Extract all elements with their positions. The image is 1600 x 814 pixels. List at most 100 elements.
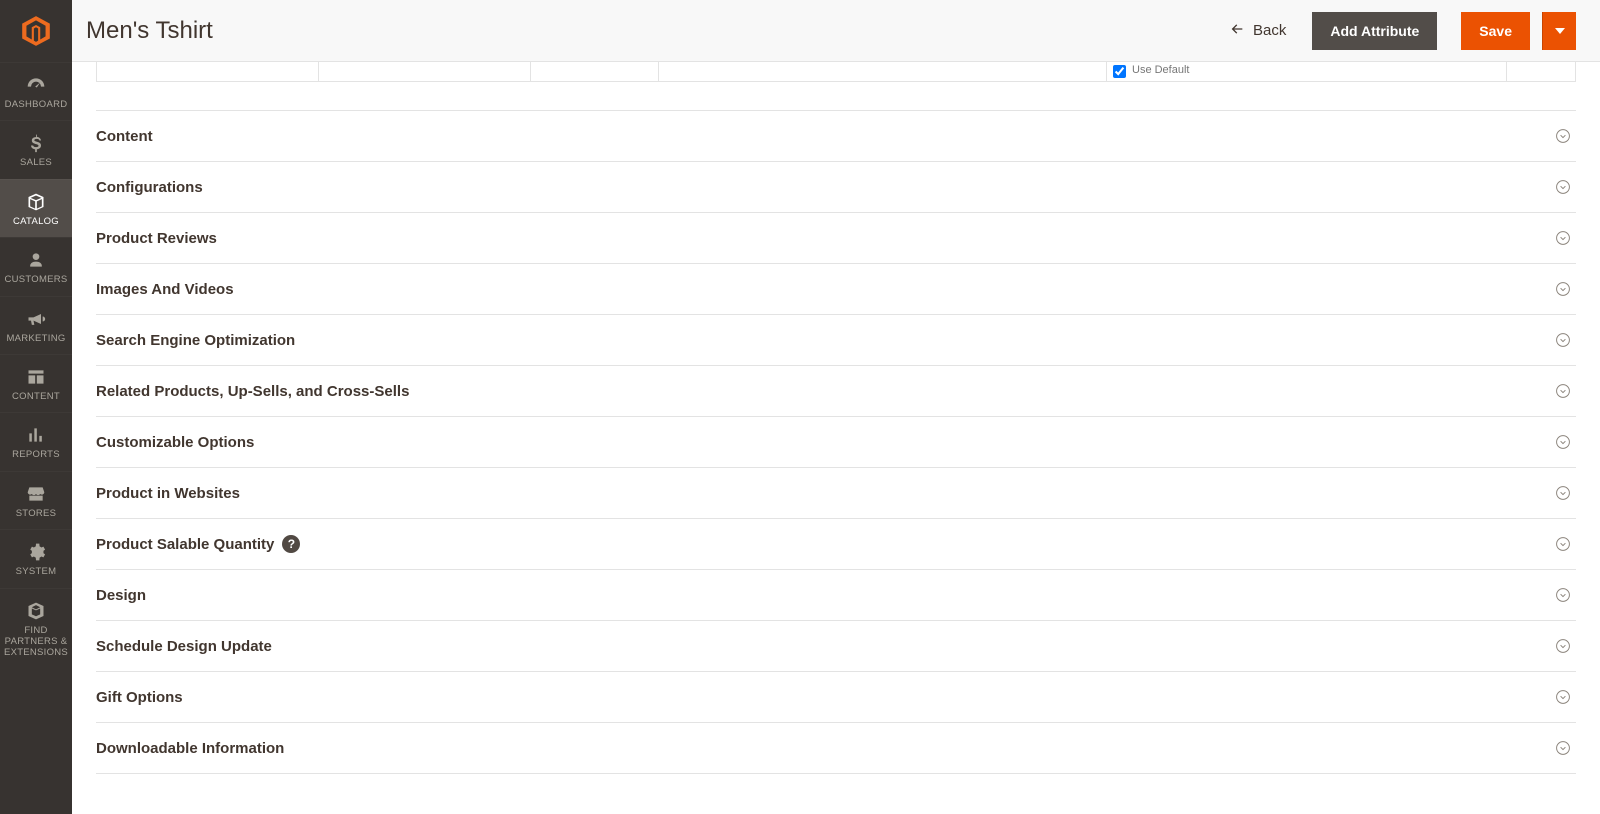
sidebar-item-stores[interactable]: STORES <box>0 471 72 529</box>
caret-down-icon <box>1555 23 1565 39</box>
accordion-label: Schedule Design Update <box>96 638 272 655</box>
accordion-title: Content <box>96 128 153 145</box>
accordion-label: Design <box>96 587 146 604</box>
save-button-group: Save <box>1449 12 1576 50</box>
sidebar-item-label: FIND PARTNERS & EXTENSIONS <box>2 625 70 659</box>
accordion-list: Content Configurations Product Reviews Imag… <box>96 110 1576 774</box>
accordion-section[interactable]: Configurations <box>96 162 1576 213</box>
accordion-label: Customizable Options <box>96 434 254 451</box>
chevron-down-icon <box>1554 280 1572 298</box>
sidebar-item-dashboard[interactable]: DASHBOARD <box>0 62 72 120</box>
accordion-title: Images And Videos <box>96 281 234 298</box>
accordion-section[interactable]: Schedule Design Update <box>96 621 1576 672</box>
accordion-section[interactable]: Related Products, Up-Sells, and Cross-Se… <box>96 366 1576 417</box>
chevron-down-icon <box>1554 484 1572 502</box>
accordion-label: Content <box>96 128 153 145</box>
sidebar-item-system[interactable]: SYSTEM <box>0 529 72 587</box>
use-default-checkbox[interactable] <box>1113 65 1126 78</box>
use-default-label: Use Default <box>1132 64 1189 76</box>
sidebar-item-label: SYSTEM <box>2 566 70 577</box>
accordion-section[interactable]: Gift Options <box>96 672 1576 723</box>
chevron-down-icon <box>1554 178 1572 196</box>
back-button[interactable]: Back <box>1215 15 1300 47</box>
accordion-section[interactable]: Customizable Options <box>96 417 1576 468</box>
accordion-title: Product in Websites <box>96 485 240 502</box>
arrow-left-icon <box>1229 21 1245 41</box>
sidebar-item-label: CUSTOMERS <box>2 274 70 285</box>
accordion-label: Product Salable Quantity <box>96 536 274 553</box>
accordion-title: Configurations <box>96 179 203 196</box>
gauge-icon <box>2 75 70 95</box>
sidebar-item-label: DASHBOARD <box>2 99 70 110</box>
chevron-down-icon <box>1554 433 1572 451</box>
dollar-icon <box>2 133 70 153</box>
use-default-cell: Use Default <box>1107 62 1507 81</box>
add-attribute-button[interactable]: Add Attribute <box>1312 12 1437 50</box>
sidebar-item-marketing[interactable]: MARKETING <box>0 296 72 354</box>
sidebar-item-label: CATALOG <box>2 216 70 227</box>
chevron-down-icon <box>1554 382 1572 400</box>
layout-icon <box>2 367 70 387</box>
sidebar-item-reports[interactable]: REPORTS <box>0 412 72 470</box>
grid-row-fragment: Use Default <box>96 62 1576 82</box>
accordion-label: Product Reviews <box>96 230 217 247</box>
gear-icon <box>2 542 70 562</box>
accordion-section[interactable]: Downloadable Information <box>96 723 1576 774</box>
accordion-title: Related Products, Up-Sells, and Cross-Se… <box>96 383 409 400</box>
sidebar-item-catalog[interactable]: CATALOG <box>0 179 72 237</box>
accordion-title: Gift Options <box>96 689 183 706</box>
accordion-label: Search Engine Optimization <box>96 332 295 349</box>
chevron-down-icon <box>1554 739 1572 757</box>
chevron-down-icon <box>1554 229 1572 247</box>
content-area: Use Default Content Configurations Product… <box>72 62 1600 814</box>
box-icon <box>2 192 70 212</box>
sidebar-item-customers[interactable]: CUSTOMERS <box>0 237 72 295</box>
save-button[interactable]: Save <box>1461 12 1530 50</box>
accordion-title: Design <box>96 587 146 604</box>
sidebar-item-label: MARKETING <box>2 333 70 344</box>
accordion-section[interactable]: Product Salable Quantity? <box>96 519 1576 570</box>
accordion-section[interactable]: Product in Websites <box>96 468 1576 519</box>
chart-icon <box>2 425 70 445</box>
sidebar-item-content[interactable]: CONTENT <box>0 354 72 412</box>
accordion-section[interactable]: Content <box>96 110 1576 162</box>
chevron-down-icon <box>1554 535 1572 553</box>
accordion-title: Downloadable Information <box>96 740 284 757</box>
sidebar-item-label: CONTENT <box>2 391 70 402</box>
puzzle-icon <box>2 601 70 621</box>
chevron-down-icon <box>1554 586 1572 604</box>
accordion-label: Downloadable Information <box>96 740 284 757</box>
sidebar-item-sales[interactable]: SALES <box>0 120 72 178</box>
help-icon[interactable]: ? <box>282 535 300 553</box>
sidebar-item-partners[interactable]: FIND PARTNERS & EXTENSIONS <box>0 588 72 669</box>
accordion-title: Product Reviews <box>96 230 217 247</box>
sidebar-item-label: SALES <box>2 157 70 168</box>
accordion-section[interactable]: Search Engine Optimization <box>96 315 1576 366</box>
chevron-down-icon <box>1554 127 1572 145</box>
accordion-section[interactable]: Images And Videos <box>96 264 1576 315</box>
sidebar-item-label: STORES <box>2 508 70 519</box>
sidebar-item-label: REPORTS <box>2 449 70 460</box>
accordion-title: Product Salable Quantity? <box>96 535 300 553</box>
accordion-label: Product in Websites <box>96 485 240 502</box>
main-content: Men's Tshirt Back Add Attribute Save Use… <box>72 0 1600 814</box>
accordion-title: Search Engine Optimization <box>96 332 295 349</box>
back-button-label: Back <box>1253 22 1286 39</box>
chevron-down-icon <box>1554 637 1572 655</box>
accordion-title: Schedule Design Update <box>96 638 272 655</box>
accordion-label: Gift Options <box>96 689 183 706</box>
accordion-section[interactable]: Product Reviews <box>96 213 1576 264</box>
accordion-title: Customizable Options <box>96 434 254 451</box>
admin-sidebar: DASHBOARD SALES CATALOG CUSTOMERS MARKET… <box>0 0 72 814</box>
chevron-down-icon <box>1554 688 1572 706</box>
person-icon <box>2 250 70 270</box>
store-icon <box>2 484 70 504</box>
accordion-label: Related Products, Up-Sells, and Cross-Se… <box>96 383 409 400</box>
save-dropdown-toggle[interactable] <box>1542 12 1576 50</box>
accordion-label: Configurations <box>96 179 203 196</box>
accordion-section[interactable]: Design <box>96 570 1576 621</box>
chevron-down-icon <box>1554 331 1572 349</box>
page-title: Men's Tshirt <box>86 17 1215 45</box>
magento-logo[interactable] <box>0 0 72 62</box>
page-header: Men's Tshirt Back Add Attribute Save <box>72 0 1600 62</box>
